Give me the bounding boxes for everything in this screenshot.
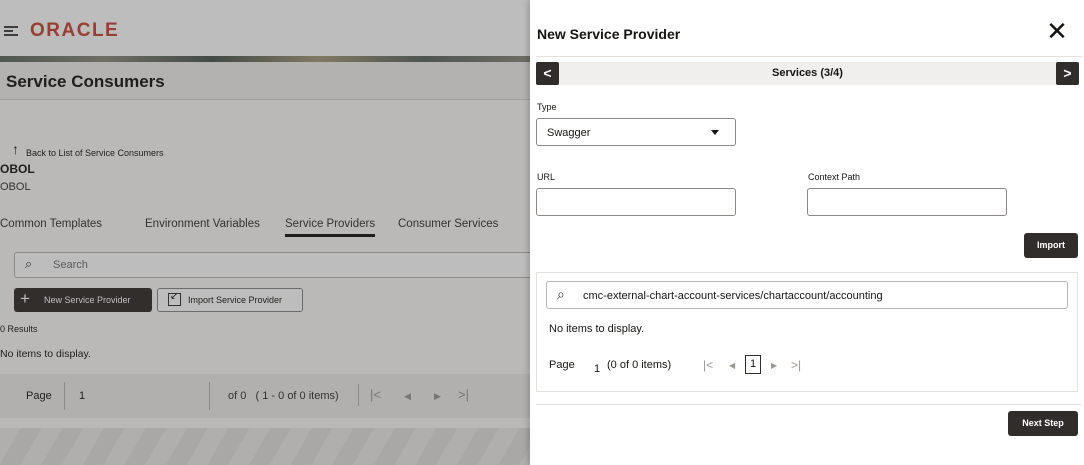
consumer-name: OBOL: [0, 162, 35, 176]
plus-icon: +: [20, 289, 30, 308]
page-count-text: (0 of 0 items): [607, 359, 672, 371]
drawer-footer-divider: [536, 404, 1082, 405]
tab-environment-variables[interactable]: Environment Variables: [145, 218, 260, 230]
import-service-provider-label: Import Service Provider: [188, 295, 283, 305]
new-service-provider-drawer: New Service Provider ✕ Services (3/4) < …: [530, 0, 1084, 465]
last-page-icon[interactable]: >|: [791, 358, 801, 372]
page-label: Page: [26, 390, 52, 402]
import-icon: [168, 291, 181, 306]
close-icon[interactable]: ✕: [1044, 18, 1070, 44]
up-arrow-icon[interactable]: ↑: [12, 141, 19, 157]
url-input[interactable]: [536, 188, 736, 216]
background-page: ORACLE Service Consumers ↑ Back to List …: [0, 0, 530, 465]
drawer-title: New Service Provider: [537, 26, 681, 42]
context-path-label: Context Path: [808, 172, 861, 182]
services-panel: ⌕ cmc-external-chart-account-services/ch…: [536, 272, 1078, 392]
next-page-icon[interactable]: ▶: [771, 361, 777, 370]
chevron-down-icon: [711, 130, 719, 135]
url-label: URL: [537, 172, 556, 182]
hamburger-menu-icon[interactable]: [4, 26, 18, 36]
type-label: Type: [537, 102, 557, 112]
tab-consumer-services[interactable]: Consumer Services: [398, 218, 498, 230]
empty-message: No items to display.: [549, 323, 645, 335]
first-page-icon[interactable]: |<: [370, 387, 381, 402]
services-pagination: Page 1 (0 of 0 items) |< ◀ 1 ▶ >|: [549, 355, 849, 377]
page-input[interactable]: 1: [64, 382, 210, 410]
tab-bar: Common Templates Environment Variables S…: [0, 218, 530, 240]
drawer-divider: [536, 56, 1082, 57]
tab-service-providers[interactable]: Service Providers: [285, 218, 376, 237]
page-input-value: 1: [79, 390, 86, 402]
page-label: Page: [549, 359, 575, 371]
page-number: 1: [594, 363, 601, 375]
page-title: Service Consumers: [6, 72, 165, 91]
services-search-input[interactable]: ⌕ cmc-external-chart-account-services/ch…: [546, 281, 1068, 309]
pager-divider: [358, 384, 359, 406]
results-count: 0 Results: [0, 324, 38, 334]
prev-page-icon[interactable]: ◀: [404, 391, 411, 402]
pagination: Page 1 of 0 ( 1 - 0 of 0 items) |< ◀ ▶ >…: [0, 374, 530, 418]
back-link[interactable]: Back to List of Service Consumers: [26, 148, 164, 158]
context-path-input[interactable]: [807, 188, 1007, 216]
prev-step-icon[interactable]: <: [536, 62, 559, 85]
page-header: Service Consumers: [0, 62, 530, 100]
services-search-value: cmc-external-chart-account-services/char…: [583, 290, 883, 302]
footer-pattern: [0, 428, 530, 465]
type-select-value: Swagger: [547, 127, 591, 139]
oracle-logo: ORACLE: [30, 20, 120, 41]
search-input[interactable]: ⌕ Search: [14, 252, 530, 278]
last-page-icon[interactable]: >|: [458, 387, 469, 402]
type-select[interactable]: Swagger: [536, 118, 736, 146]
consumer-subtitle: OBOL: [0, 181, 31, 193]
first-page-icon[interactable]: |<: [703, 358, 713, 372]
import-button[interactable]: Import: [1024, 233, 1078, 258]
tab-common-templates[interactable]: Common Templates: [0, 218, 102, 230]
top-bar: ORACLE: [0, 0, 530, 56]
next-page-icon[interactable]: ▶: [434, 391, 441, 402]
empty-message: No items to display.: [0, 348, 91, 360]
step-label: Services (3/4): [772, 67, 843, 79]
new-service-provider-label: New Service Provider: [44, 295, 131, 305]
new-service-provider-button[interactable]: + New Service Provider: [14, 288, 152, 312]
page-range-text: of 0 ( 1 - 0 of 0 items): [228, 390, 339, 402]
current-page-button[interactable]: 1: [745, 355, 761, 374]
prev-page-icon[interactable]: ◀: [729, 361, 735, 370]
import-service-provider-button[interactable]: Import Service Provider: [157, 288, 303, 312]
search-icon: ⌕: [25, 256, 33, 271]
search-placeholder: Search: [53, 259, 88, 271]
search-icon: ⌕: [557, 286, 565, 302]
next-step-button[interactable]: Next Step: [1008, 411, 1078, 436]
step-navigator: Services (3/4) < >: [536, 62, 1079, 85]
next-step-icon[interactable]: >: [1056, 62, 1079, 85]
